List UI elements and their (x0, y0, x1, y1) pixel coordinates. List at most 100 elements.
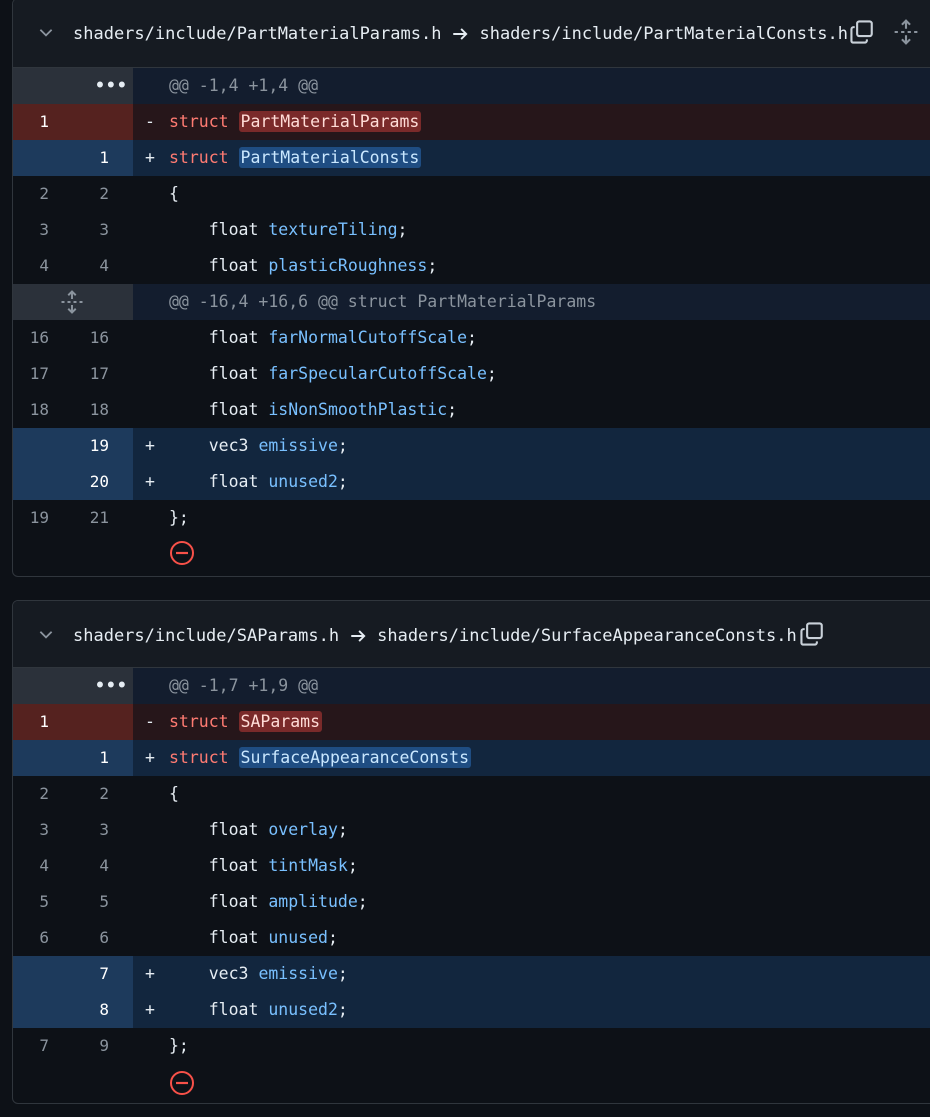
code-line: float textureTiling; (169, 212, 408, 248)
diff-file: shaders/include/PartMaterialParams.h shad… (12, 0, 930, 577)
code-line: struct PartMaterialConsts (169, 140, 422, 176)
old-line-number[interactable]: 2 (13, 176, 49, 212)
diff-line: 33 float textureTiling; (13, 212, 930, 248)
punctuation: ; (337, 964, 348, 983)
punctuation: ; (427, 256, 438, 275)
diff-file: shaders/include/SAParams.h shaders/includ… (12, 600, 930, 1104)
diff-line: 66 float unused; (13, 920, 930, 956)
code-text: }; (169, 1036, 189, 1055)
unfold-icon[interactable] (60, 290, 84, 314)
new-line-number[interactable] (73, 104, 109, 140)
hunk-header-text: @@ -1,4 +1,4 @@ (169, 76, 319, 95)
old-line-number[interactable] (13, 956, 49, 992)
minus-circle-icon[interactable] (169, 1070, 195, 1096)
chevron-down-icon[interactable] (37, 23, 55, 41)
new-line-number[interactable]: 1 (73, 740, 109, 776)
type-token: float (208, 328, 259, 347)
new-line-number[interactable]: 7 (73, 956, 109, 992)
old-line-number[interactable]: 1 (13, 704, 49, 740)
expand-dots-button[interactable]: ••• (95, 668, 128, 704)
code-line: float unused2; (169, 464, 348, 500)
new-line-number[interactable] (73, 704, 109, 740)
diff-line: 18 18 float isNonSmoothPlastic; (13, 392, 930, 428)
identifier-token: unused2 (268, 1000, 338, 1019)
new-line-number[interactable]: 20 (73, 464, 109, 500)
old-line-number[interactable] (13, 140, 49, 176)
old-line-number[interactable] (13, 992, 49, 1028)
identifier-token: emissive (258, 436, 338, 455)
new-line-number[interactable]: 2 (73, 176, 109, 212)
type-token: float (208, 856, 259, 875)
diff-line: 17 17 float farSpecularCutoffScale; (13, 356, 930, 392)
old-line-number[interactable]: 6 (13, 920, 49, 956)
arrow-right-icon (453, 28, 469, 40)
new-line-number[interactable]: 9 (73, 1028, 109, 1064)
code-line: float plasticRoughness; (169, 248, 438, 284)
code-line: }; (169, 500, 189, 536)
hunk-header-text: @@ -16,4 +16,6 @@ struct PartMaterialPar… (169, 292, 597, 311)
file-path: shaders/include/SAParams.h shaders/includ… (73, 625, 797, 647)
new-line-number[interactable]: 18 (73, 392, 109, 428)
expand-dots-button[interactable]: ••• (95, 68, 128, 104)
diff-line: 2 2 { (13, 176, 930, 212)
copy-icon[interactable] (799, 621, 825, 647)
unfold-icon[interactable] (893, 19, 919, 45)
diff-line: 33 float overlay; (13, 812, 930, 848)
old-line-number[interactable]: 3 (13, 812, 49, 848)
new-line-number[interactable]: 19 (73, 428, 109, 464)
new-line-number[interactable]: 6 (73, 920, 109, 956)
old-line-number[interactable]: 19 (13, 500, 49, 536)
identifier-token: isNonSmoothPlastic (268, 400, 448, 419)
new-line-number[interactable]: 3 (73, 212, 109, 248)
old-line-number[interactable]: 18 (13, 392, 49, 428)
punctuation: ; (447, 400, 458, 419)
new-line-number[interactable]: 21 (73, 500, 109, 536)
new-line-number[interactable]: 8 (73, 992, 109, 1028)
diff-sign: + (145, 748, 155, 767)
old-line-number[interactable]: 16 (13, 320, 49, 356)
old-line-number[interactable]: 5 (13, 884, 49, 920)
old-line-number[interactable] (13, 740, 49, 776)
file-header: shaders/include/PartMaterialParams.h shad… (13, 0, 930, 68)
diff-sign: - (145, 712, 155, 731)
new-line-number[interactable]: 4 (73, 848, 109, 884)
copy-icon[interactable] (849, 19, 875, 45)
chevron-down-icon[interactable] (37, 625, 55, 643)
old-line-number[interactable]: 4 (13, 848, 49, 884)
code-line: float unused2; (169, 992, 348, 1028)
diff-line: 44 float tintMask; (13, 848, 930, 884)
identifier-token: unused (268, 928, 328, 947)
code-line: vec3 emissive; (169, 956, 348, 992)
old-line-number[interactable] (13, 464, 49, 500)
new-line-number[interactable]: 5 (73, 884, 109, 920)
new-line-number[interactable]: 16 (73, 320, 109, 356)
old-line-number[interactable] (13, 428, 49, 464)
old-line-number[interactable]: 3 (13, 212, 49, 248)
old-line-number[interactable]: 7 (13, 1028, 49, 1064)
diff-line: 19 21}; (13, 500, 930, 536)
new-line-number[interactable]: 4 (73, 248, 109, 284)
new-line-number[interactable]: 2 (73, 776, 109, 812)
diff-line: 1 - struct SAParams (13, 704, 930, 740)
old-line-number[interactable]: 2 (13, 776, 49, 812)
keyword-token: struct (169, 148, 229, 167)
diff-sign: + (145, 436, 155, 455)
changed-identifier: PartMaterialConsts (238, 147, 422, 168)
keyword-token: struct (169, 112, 229, 131)
old-line-number[interactable]: 17 (13, 356, 49, 392)
new-line-number[interactable]: 3 (73, 812, 109, 848)
old-line-number[interactable]: 1 (13, 104, 49, 140)
old-line-number[interactable]: 4 (13, 248, 49, 284)
code-line: float farNormalCutoffScale; (169, 320, 477, 356)
identifier-token: farSpecularCutoffScale (268, 364, 487, 383)
diff-line: 8 + float unused2; (13, 992, 930, 1028)
diff-line: 20 + float unused2; (13, 464, 930, 500)
type-token: float (208, 400, 259, 419)
new-line-number[interactable]: 17 (73, 356, 109, 392)
minus-circle-icon[interactable] (169, 540, 195, 566)
new-line-number[interactable]: 1 (73, 140, 109, 176)
